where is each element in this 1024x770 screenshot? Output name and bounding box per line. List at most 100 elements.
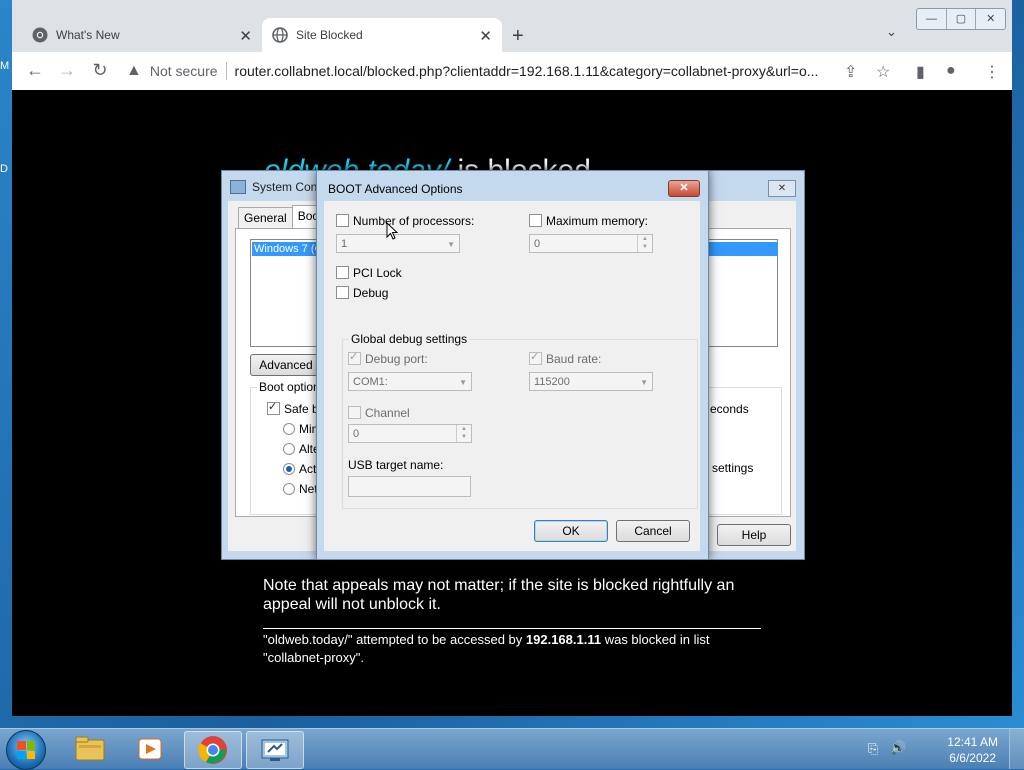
system-tray: ⎘ 🔊 12:41 AM 6/6/2022 <box>854 729 1024 769</box>
maximize-button[interactable]: ▢ <box>947 9 977 29</box>
tab-title: What's New <box>56 28 120 42</box>
checkbox-icon <box>336 286 349 300</box>
tab-whats-new[interactable]: What's New ✕ <box>22 18 262 52</box>
close-button[interactable]: ✕ <box>668 180 700 197</box>
chevron-down-icon: ▼ <box>640 378 648 387</box>
block-list-name: "collabnet-proxy". <box>263 650 364 665</box>
debug-port-label: Debug port: <box>365 352 428 366</box>
chevron-down-icon: ▼ <box>459 378 467 387</box>
menu-kebab-icon[interactable]: ⋮ <box>984 62 1000 82</box>
new-tab-button[interactable]: + <box>512 25 524 48</box>
browser-toolbar: ← → ↻ ▲ Not secure router.collabnet.loca… <box>12 52 1012 90</box>
folder-icon <box>75 736 105 761</box>
cancel-button[interactable]: Cancel <box>616 520 690 542</box>
close-button[interactable]: ✕ <box>768 180 796 197</box>
number-of-processors-value: 1 <box>341 238 348 250</box>
window-title: System Conf <box>230 180 321 194</box>
maximum-memory-checkbox[interactable]: Maximum memory: <box>529 214 648 228</box>
taskbar-media-player[interactable] <box>122 731 178 767</box>
debug-port-value: COM1: <box>353 376 388 388</box>
desktop-icon-label: M <box>0 60 10 72</box>
appeal-note: Note that appeals may not matter; if the… <box>263 577 735 613</box>
debug-port-select[interactable]: COM1: ▼ <box>348 372 472 391</box>
tab-title: Site Blocked <box>296 28 363 42</box>
radio-icon <box>283 442 295 455</box>
debug-label: Debug <box>353 286 389 300</box>
block-details: "oldweb.today/" attempted to be accessed… <box>263 631 763 667</box>
checkbox-checked-icon <box>529 350 542 366</box>
dialog-body: Number of processors: 1 ▼ Maximum memory:… <box>324 201 700 551</box>
spin-arrows-icon[interactable]: ▲ ▼ <box>637 235 652 252</box>
checkbox-icon <box>336 214 349 228</box>
chrome-icon <box>32 27 48 43</box>
maximum-memory-label: Maximum memory: <box>546 214 649 228</box>
close-tab-icon[interactable]: ✕ <box>239 27 252 45</box>
address-bar[interactable]: ▲ Not secure router.collabnet.local/bloc… <box>122 57 892 85</box>
globe-icon <box>272 27 288 43</box>
debug-checkbox[interactable]: Debug <box>336 286 388 300</box>
warning-triangle-icon[interactable]: ▲ <box>126 62 142 80</box>
show-desktop-button[interactable] <box>1009 729 1024 769</box>
baud-rate-select[interactable]: 115200 ▼ <box>529 372 653 391</box>
number-of-processors-label: Number of processors: <box>353 214 475 228</box>
reload-icon[interactable]: ↻ <box>89 60 111 81</box>
baud-rate-label: Baud rate: <box>546 352 602 366</box>
checkbox-icon <box>348 406 361 420</box>
radio-icon <box>283 422 295 435</box>
ok-button[interactable]: OK <box>534 520 608 542</box>
checkbox-checked-icon <box>348 350 361 366</box>
back-arrow-icon[interactable]: ← <box>24 60 46 81</box>
usb-target-name-label: USB target name: <box>348 458 444 472</box>
minimize-button[interactable]: — <box>917 9 947 29</box>
window-controls: — ▢ ✕ <box>916 8 1006 30</box>
clock-time: 12:41 AM <box>947 735 998 749</box>
side-panel-icon[interactable]: ▮ <box>916 62 925 82</box>
volume-icon[interactable]: 🔊 <box>890 740 906 756</box>
pci-lock-checkbox[interactable]: PCI Lock <box>336 266 402 280</box>
safe-boot-alternate-shell-radio[interactable]: Alte <box>283 442 320 456</box>
radio-icon <box>283 482 295 495</box>
close-window-button[interactable]: ✕ <box>976 9 1005 29</box>
bookmark-star-icon[interactable]: ☆ <box>876 62 890 82</box>
share-icon[interactable]: ⇪ <box>844 62 857 82</box>
radio-selected-icon <box>283 462 295 475</box>
taskbar-windows-explorer[interactable] <box>62 731 118 767</box>
network-icon[interactable]: ⎘ <box>868 741 878 757</box>
system-configuration-icon <box>230 180 246 194</box>
tab-search-chevron-icon[interactable]: ⌄ <box>886 24 897 40</box>
client-ip: 192.168.1.11 <box>525 632 602 647</box>
channel-checkbox[interactable]: Channel <box>348 406 410 420</box>
url-text[interactable]: router.collabnet.local/blocked.php?clien… <box>235 63 831 79</box>
maximum-memory-stepper[interactable]: 0 ▲ ▼ <box>529 234 653 253</box>
clock-date: 6/6/2022 <box>949 751 996 765</box>
security-status[interactable]: Not secure <box>150 63 218 79</box>
chevron-down-icon: ▼ <box>447 240 455 249</box>
baud-rate-checkbox[interactable]: Baud rate: <box>529 350 602 366</box>
tab-strip: What's New ✕ Site Blocked ✕ + ⌄ — ▢ ✕ <box>12 0 1012 52</box>
omnibox-divider <box>225 62 227 80</box>
taskbar-chrome[interactable] <box>184 731 242 769</box>
global-debug-settings-label: Global debug settings <box>349 332 470 346</box>
channel-stepper[interactable]: 0 ▲ ▼ <box>348 424 472 443</box>
start-button[interactable] <box>6 730 46 770</box>
number-of-processors-checkbox[interactable]: Number of processors: <box>336 214 474 228</box>
spin-arrows-icon[interactable]: ▲ ▼ <box>456 425 471 442</box>
tab-site-blocked[interactable]: Site Blocked ✕ <box>262 18 502 52</box>
debug-port-checkbox[interactable]: Debug port: <box>348 350 428 366</box>
boot-advanced-options-dialog: BOOT Advanced Options ✕ Number of proces… <box>316 170 709 560</box>
window-title-text: System Conf <box>252 180 321 194</box>
usb-target-name-field[interactable] <box>348 476 471 497</box>
channel-label: Channel <box>365 406 410 420</box>
close-tab-icon[interactable]: ✕ <box>479 27 492 45</box>
block-details-text: "oldweb.today/" attempted to be accessed… <box>263 632 526 647</box>
profile-avatar-icon[interactable]: ● <box>946 62 956 80</box>
media-player-icon <box>138 738 162 760</box>
help-button[interactable]: Help <box>717 524 791 546</box>
desktop-icon-label: D <box>0 163 8 175</box>
channel-value: 0 <box>353 428 360 440</box>
number-of-processors-select[interactable]: 1 ▼ <box>336 234 460 253</box>
clock[interactable]: 12:41 AM 6/6/2022 <box>947 734 998 766</box>
baud-rate-value: 115200 <box>534 376 570 388</box>
taskbar-system-configuration[interactable] <box>246 731 304 769</box>
forward-arrow-icon[interactable]: → <box>56 60 78 81</box>
